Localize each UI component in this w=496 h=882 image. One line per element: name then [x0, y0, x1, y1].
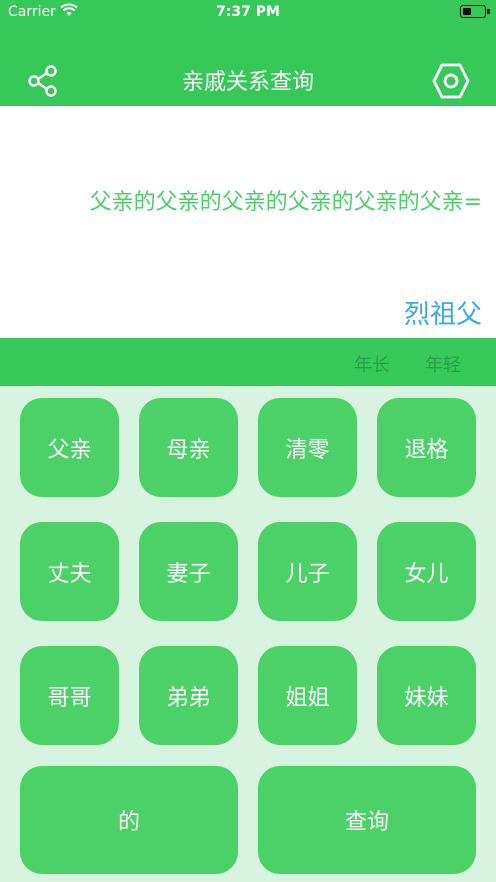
mode-younger-toggle[interactable]: 年轻	[425, 351, 461, 377]
display-panel: 父亲的父亲的父亲的父亲的父亲的父亲= 烈祖父	[0, 106, 496, 338]
page-title: 亲戚关系查询	[181, 70, 314, 95]
expression-text: 父亲的父亲的父亲的父亲的父亲的父亲=	[89, 190, 482, 215]
husband-button[interactable]: 丈夫	[20, 522, 119, 621]
elder-brother-button[interactable]: 哥哥	[20, 646, 119, 745]
son-button[interactable]: 儿子	[258, 522, 357, 621]
query-button[interactable]: 查询	[258, 766, 476, 874]
result-text: 烈祖父	[403, 300, 482, 330]
clear-button[interactable]: 清零	[258, 398, 357, 497]
mother-button[interactable]: 母亲	[139, 398, 238, 497]
younger-brother-button[interactable]: 弟弟	[139, 646, 238, 745]
mode-older-toggle[interactable]: 年长	[354, 351, 390, 377]
navigation-bar: 亲戚关系查询	[0, 26, 496, 106]
battery-icon	[460, 5, 490, 18]
father-button[interactable]: 父亲	[20, 398, 119, 497]
backspace-button[interactable]: 退格	[377, 398, 476, 497]
daughter-button[interactable]: 女儿	[377, 522, 476, 621]
younger-sister-button[interactable]: 妹妹	[377, 646, 476, 745]
elder-sister-button[interactable]: 姐姐	[258, 646, 357, 745]
of-button[interactable]: 的	[20, 766, 238, 874]
mode-bar: 年长 年轻	[0, 338, 496, 386]
settings-icon[interactable]	[432, 62, 470, 100]
wife-button[interactable]: 妻子	[139, 522, 238, 621]
status-bar: Carrier 7:37 PM	[0, 0, 496, 26]
status-time: 7:37 PM	[216, 4, 280, 20]
